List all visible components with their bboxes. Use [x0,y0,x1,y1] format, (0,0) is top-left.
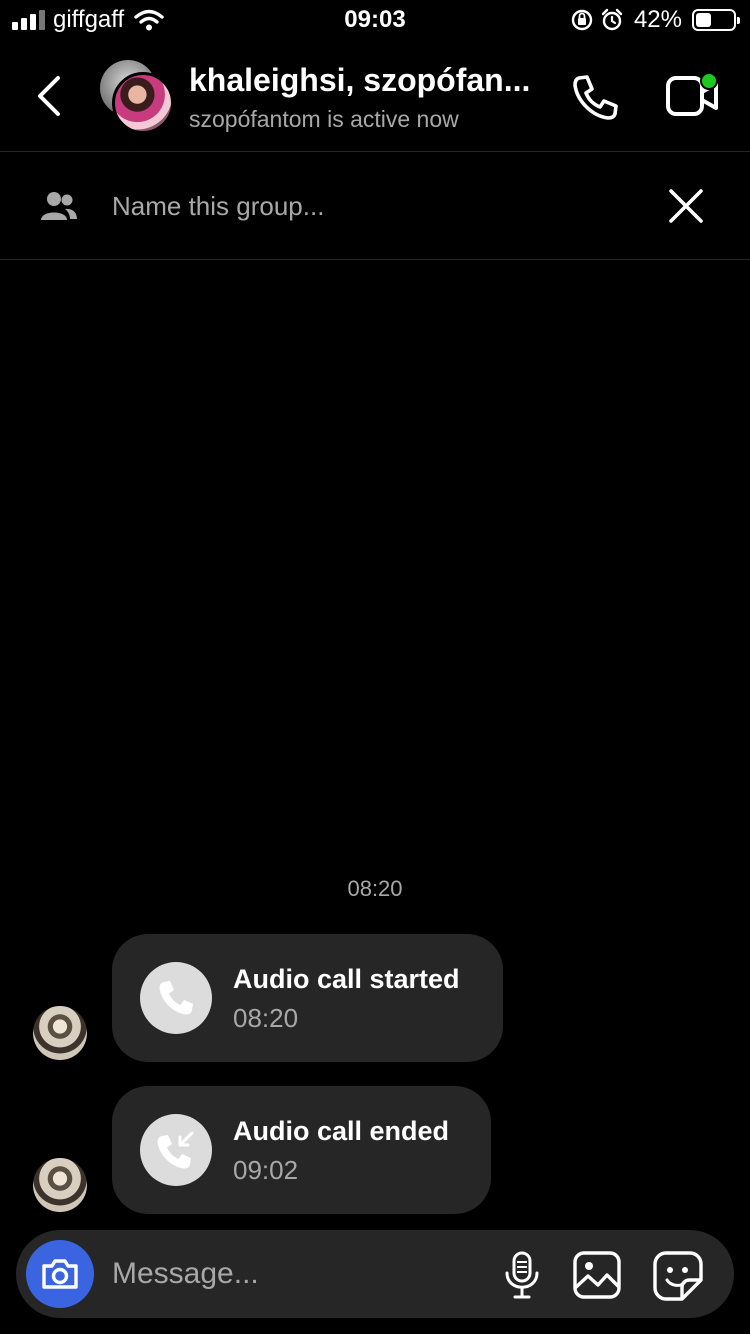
call-icon-circle [140,962,212,1034]
gallery-button[interactable] [572,1250,622,1300]
phone-icon [159,981,193,1015]
online-indicator [700,72,718,90]
chat-header: khaleighsi, szopófan... szopófantom is a… [0,44,750,152]
camera-button[interactable] [26,1240,94,1308]
people-icon [41,192,77,220]
close-icon [669,189,703,223]
status-bar: giffgaff 09:03 42% [0,0,750,40]
phone-icon [573,75,618,120]
message-title: Audio call ended [233,1116,450,1146]
group-name-input[interactable] [112,188,632,224]
message-input[interactable] [112,1254,492,1294]
message-bubble-call-started[interactable]: Audio call started 08:20 [112,934,503,1062]
call-icon-circle [140,1114,212,1186]
message-composer [16,1230,734,1318]
camera-icon [42,1259,78,1289]
orientation-lock-icon [571,9,593,31]
battery-percent: 42% [633,6,682,33]
microphone-icon [505,1251,539,1299]
message-title: Audio call started [233,964,460,994]
close-group-name-button[interactable] [666,186,706,226]
sender-avatar[interactable] [33,1158,87,1212]
group-name-row [0,152,750,260]
gallery-icon [573,1251,621,1299]
chat-title[interactable]: khaleighsi, szopófan... [189,62,530,99]
active-status: szopófantom is active now [189,106,459,132]
missed-call-icon [157,1131,194,1169]
conversation-timestamp: 08:20 [347,876,403,901]
message-time: 08:20 [233,1003,299,1033]
back-chevron-icon [38,76,60,116]
avatar-primary [112,72,174,134]
battery-icon [692,9,740,31]
group-avatar[interactable] [100,60,174,134]
message-time: 09:02 [233,1155,299,1185]
back-button[interactable] [30,74,70,118]
sender-avatar[interactable] [33,1006,87,1060]
sticker-icon [653,1251,703,1301]
message-bubble-call-ended[interactable]: Audio call ended 09:02 [112,1086,491,1214]
status-right: 42% [570,6,740,34]
sticker-button[interactable] [652,1250,704,1302]
battery-level-fill [696,13,712,27]
audio-call-button[interactable] [570,72,620,122]
alarm-icon [601,8,623,31]
voice-message-button[interactable] [502,1250,542,1300]
